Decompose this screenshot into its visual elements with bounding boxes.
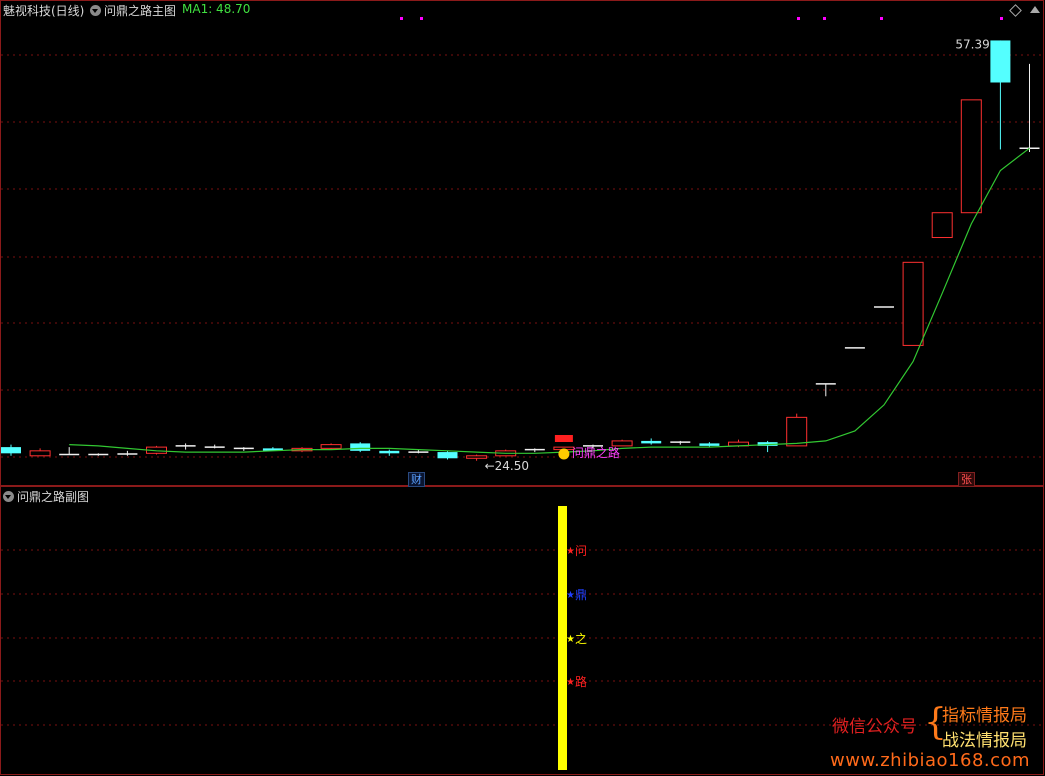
- candle-body-33: [960, 99, 982, 214]
- watermark-wechat: 微信公众号: [832, 717, 917, 737]
- indicator-name[interactable]: 问鼎之路主图: [104, 2, 176, 19]
- chart-stage: 57.39 ←24.50 问鼎之路 ★ 问 ★ 鼎 ★ 之 ★ 路 魅视科技(日线) 问鼎之路主图 …: [0, 0, 1045, 776]
- star-label-2: 之: [575, 632, 587, 646]
- high-price-label: 57.39: [955, 37, 989, 51]
- watermark-site: www.zhibiao168.com: [830, 750, 1031, 771]
- star-icon-0: ★: [566, 546, 575, 557]
- limit-up-marker[interactable]: 张: [958, 472, 975, 487]
- indicator-dropdown-icon[interactable]: [90, 5, 101, 16]
- candle-body-11: [320, 444, 342, 449]
- coin-icon: [558, 448, 570, 460]
- candle-body-22: [641, 440, 662, 444]
- star-icon-1: ★: [566, 590, 575, 601]
- star-label-3: 路: [575, 674, 587, 689]
- chart-background: [0, 0, 1045, 776]
- candle-body-0: [1, 447, 21, 454]
- star-label-0: 问: [575, 544, 587, 558]
- star-icon-2: ★: [566, 634, 575, 645]
- candle-body-24: [699, 443, 720, 446]
- kline-chart[interactable]: 57.39←24.50问鼎之路★ 问★ 鼎★ 之★ 路: [0, 0, 1045, 776]
- candle-body-27: [786, 416, 808, 447]
- watermark-line1: 指标情报局: [942, 706, 1027, 726]
- candle-body-32: [931, 212, 953, 239]
- candle-body-31: [902, 261, 924, 346]
- ma-value-label: MA1: 48.70: [182, 2, 251, 16]
- candle-body-16: [466, 455, 488, 459]
- star-label-1: 鼎: [575, 588, 587, 602]
- candle-body-15: [437, 452, 458, 459]
- signal-label: 问鼎之路: [572, 445, 620, 460]
- earnings-marker[interactable]: 财: [408, 472, 425, 487]
- signal-red-block: [554, 435, 573, 442]
- candle-body-34: [990, 40, 1011, 83]
- sub-indicator-name[interactable]: 问鼎之路副图: [17, 488, 89, 505]
- stock-title[interactable]: 魅视科技(日线): [3, 2, 84, 19]
- watermark-line2: 战法情报局: [942, 731, 1027, 751]
- candle-body-13: [379, 450, 400, 454]
- sub-indicator-dropdown-icon[interactable]: [3, 491, 14, 502]
- candle-body-12: [350, 443, 371, 451]
- main-panel-header: 魅视科技(日线) 问鼎之路主图 MA1: 48.70: [0, 0, 1045, 18]
- star-icon-3: ★: [566, 677, 575, 688]
- candle-body-1: [29, 450, 51, 457]
- low-price-label: ←24.50: [485, 459, 529, 473]
- window-menu-icon[interactable]: [1030, 6, 1040, 13]
